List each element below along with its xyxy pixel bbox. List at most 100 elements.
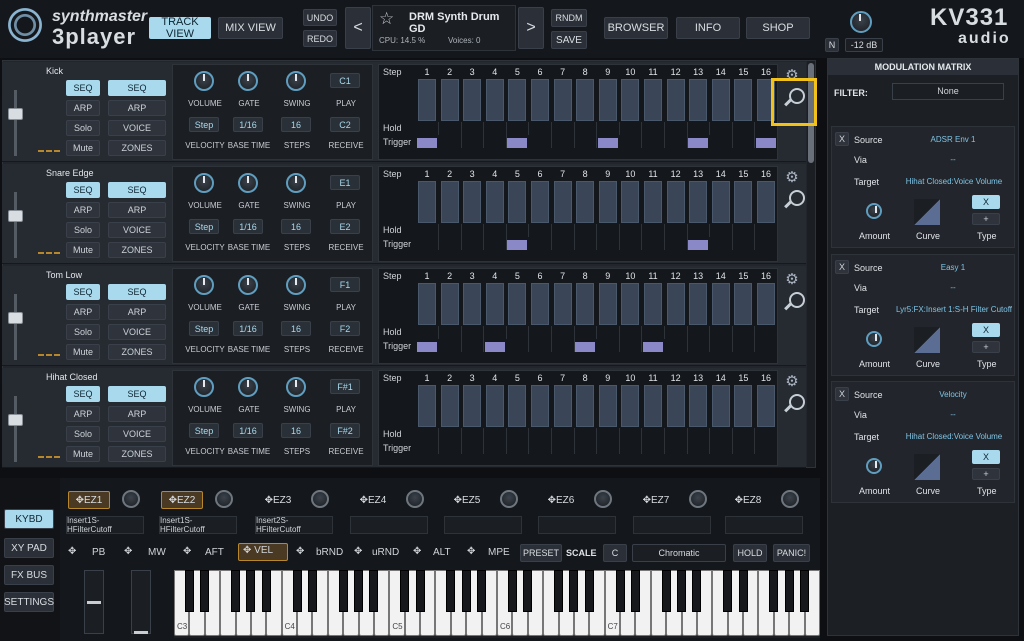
- solo-button[interactable]: Solo: [66, 426, 100, 442]
- seq-button[interactable]: SEQ: [66, 284, 100, 300]
- swing-knob[interactable]: [286, 275, 306, 295]
- remove-slot-button[interactable]: X: [835, 132, 849, 146]
- ez4-target-field[interactable]: [350, 516, 428, 534]
- step-velocity-bar[interactable]: [531, 181, 549, 223]
- trigger-cell[interactable]: [530, 237, 552, 250]
- hold-cell[interactable]: [733, 326, 756, 339]
- hold-cell[interactable]: [688, 326, 711, 339]
- hold-cell[interactable]: [530, 326, 552, 339]
- black-key[interactable]: [661, 570, 671, 612]
- kybd-button[interactable]: KYBD: [4, 509, 54, 529]
- brnd-move-icon[interactable]: ✥: [296, 546, 304, 557]
- remove-slot-button[interactable]: X: [835, 260, 849, 274]
- track-settings-gear-icon[interactable]: ⚙: [784, 272, 800, 288]
- type-plus-button[interactable]: +: [972, 468, 1000, 480]
- ez3-control[interactable]: ✥ EZ3: [257, 491, 299, 509]
- zones-button[interactable]: ZONES: [108, 242, 166, 258]
- step-velocity-bar[interactable]: [485, 79, 504, 121]
- track-volume-fader[interactable]: [8, 414, 23, 426]
- curve-display[interactable]: [914, 454, 940, 480]
- ez8-target-field[interactable]: [725, 516, 803, 534]
- step-velocity-bar[interactable]: [440, 79, 459, 121]
- target-value[interactable]: Hihat Closed:Voice Volume: [894, 432, 1014, 441]
- alt-move-icon[interactable]: ✥: [413, 546, 421, 557]
- trigger-cell[interactable]: [598, 339, 620, 352]
- trigger-cell[interactable]: [620, 441, 643, 454]
- pb-move-icon[interactable]: ✥: [68, 546, 76, 557]
- mute-button[interactable]: Mute: [66, 446, 100, 462]
- trigger-cell[interactable]: [417, 138, 437, 148]
- step-velocity-bar[interactable]: [757, 283, 775, 325]
- trigger-cell[interactable]: [688, 138, 709, 148]
- black-key[interactable]: [338, 570, 348, 612]
- source-value[interactable]: Easy 1: [894, 263, 1012, 272]
- trigger-cell[interactable]: [440, 339, 462, 352]
- step-velocity-bar[interactable]: [418, 181, 436, 223]
- hold-cell[interactable]: [530, 122, 552, 135]
- step-velocity-bar[interactable]: [508, 385, 527, 427]
- trigger-cell[interactable]: [507, 138, 528, 148]
- hold-cell[interactable]: [485, 122, 507, 135]
- hold-cell[interactable]: [733, 122, 756, 135]
- black-key[interactable]: [292, 570, 302, 612]
- gate-knob[interactable]: [238, 71, 258, 91]
- mix-view-button[interactable]: MIX VIEW: [218, 17, 283, 39]
- hold-button[interactable]: HOLD: [733, 544, 767, 562]
- velocity-select[interactable]: Step: [189, 117, 219, 132]
- hold-cell[interactable]: [711, 224, 733, 237]
- hold-cell[interactable]: [553, 428, 575, 441]
- fx-bus-button[interactable]: FX BUS: [4, 565, 54, 585]
- xy-pad-button[interactable]: XY PAD: [4, 538, 54, 558]
- hold-cell[interactable]: [553, 224, 575, 237]
- via-value[interactable]: --: [894, 410, 1012, 419]
- track-view-button[interactable]: TRACK VIEW: [149, 16, 211, 40]
- step-velocity-bar[interactable]: [440, 385, 459, 427]
- base-time-select[interactable]: 1/16: [233, 219, 263, 234]
- ez7-control[interactable]: ✥ EZ7: [635, 491, 677, 509]
- trigger-cell[interactable]: [711, 441, 733, 454]
- step-velocity-bar[interactable]: [598, 283, 617, 325]
- source-value[interactable]: Velocity: [894, 390, 1012, 399]
- trigger-cell[interactable]: [484, 342, 505, 352]
- track-settings-gear-icon[interactable]: ⚙: [784, 374, 800, 390]
- trigger-cell[interactable]: [507, 240, 528, 250]
- trigger-cell[interactable]: [440, 441, 462, 454]
- trigger-cell[interactable]: [711, 135, 733, 148]
- swing-knob[interactable]: [286, 377, 306, 397]
- trigger-cell[interactable]: [462, 237, 485, 250]
- trigger-cell[interactable]: [417, 342, 437, 352]
- gate-knob[interactable]: [238, 275, 258, 295]
- ez1-control[interactable]: ✥ EZ1: [68, 491, 110, 509]
- step-velocity-bar[interactable]: [440, 181, 459, 223]
- preset-button[interactable]: PRESET: [520, 544, 562, 562]
- step-velocity-bar[interactable]: [757, 181, 775, 223]
- arp-mode-button[interactable]: ARP: [108, 202, 166, 218]
- step-velocity-bar[interactable]: [463, 79, 482, 121]
- step-velocity-bar[interactable]: [576, 385, 595, 427]
- arp-button[interactable]: ARP: [66, 100, 100, 116]
- hold-cell[interactable]: [507, 122, 530, 135]
- via-value[interactable]: --: [894, 155, 1012, 164]
- track-4-zoom-icon[interactable]: [783, 394, 805, 414]
- trigger-cell[interactable]: [756, 339, 778, 352]
- step-velocity-bar[interactable]: [689, 181, 708, 223]
- voice-button[interactable]: VOICE: [108, 120, 166, 136]
- step-velocity-bar[interactable]: [621, 181, 640, 223]
- trigger-cell[interactable]: [507, 339, 530, 352]
- arp-mode-button[interactable]: ARP: [108, 304, 166, 320]
- step-velocity-bar[interactable]: [418, 79, 436, 121]
- step-velocity-bar[interactable]: [576, 181, 595, 223]
- arp-button[interactable]: ARP: [66, 202, 100, 218]
- step-velocity-bar[interactable]: [485, 181, 504, 223]
- curve-display[interactable]: [914, 327, 940, 353]
- step-velocity-bar[interactable]: [644, 385, 662, 427]
- base-time-select[interactable]: 1/16: [233, 117, 263, 132]
- ez5-target-field[interactable]: [444, 516, 522, 534]
- n-button[interactable]: N: [825, 38, 839, 52]
- trigger-cell[interactable]: [733, 339, 756, 352]
- filter-select[interactable]: None: [892, 83, 1004, 100]
- black-key[interactable]: [692, 570, 702, 612]
- step-velocity-bar[interactable]: [621, 79, 640, 121]
- step-velocity-bar[interactable]: [711, 385, 730, 427]
- seq-mode-button[interactable]: SEQ: [108, 80, 166, 96]
